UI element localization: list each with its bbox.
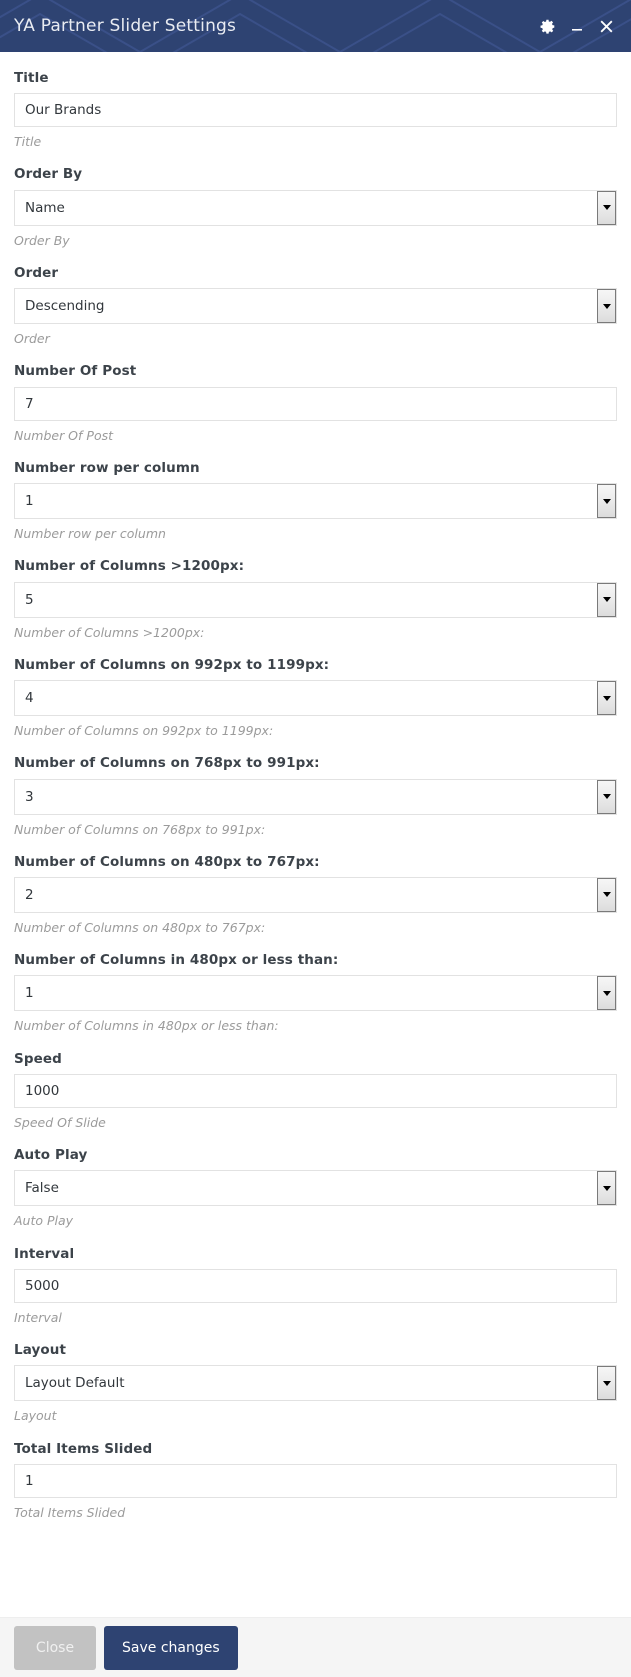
chevron-down-icon[interactable] xyxy=(597,779,616,814)
field-group-interval: Interval Interval xyxy=(14,1245,617,1326)
field-group-order-by: Order By Name Order By xyxy=(14,165,617,248)
chevron-down-icon[interactable] xyxy=(597,877,616,912)
field-label-interval: Interval xyxy=(14,1245,75,1262)
field-help-interval: Interval xyxy=(14,1309,62,1325)
field-help-columns-1200: Number of Columns >1200px: xyxy=(14,624,205,640)
field-help-columns-480-or-less: Number of Columns in 480px or less than: xyxy=(14,1018,279,1034)
field-help-columns-768-991: Number of Columns on 768px to 991px: xyxy=(14,821,266,837)
field-group-order: Order Descending Order xyxy=(14,264,617,347)
title-input[interactable] xyxy=(14,93,617,128)
chevron-down-icon[interactable] xyxy=(597,681,616,716)
field-label-columns-768-991: Number of Columns on 768px to 991px: xyxy=(14,755,320,772)
total-items-slided-input[interactable] xyxy=(14,1463,617,1498)
columns-768-991-select-value[interactable]: 3 xyxy=(14,778,617,815)
field-group-columns-1200: Number of Columns >1200px: 5 Number of C… xyxy=(14,557,617,640)
field-label-order-by: Order By xyxy=(14,166,83,183)
number-of-post-input[interactable] xyxy=(14,386,617,421)
field-help-total-items-slided: Total Items Slided xyxy=(14,1504,126,1520)
field-group-columns-992-1199: Number of Columns on 992px to 1199px: 4 … xyxy=(14,656,617,739)
minimize-icon[interactable] xyxy=(569,18,585,34)
columns-480-or-less-select-value[interactable]: 1 xyxy=(14,975,617,1012)
field-label-number-of-post: Number Of Post xyxy=(14,363,137,380)
order-select-value[interactable]: Descending xyxy=(14,288,617,325)
field-label-layout: Layout xyxy=(14,1342,67,1359)
auto-play-select-value[interactable]: False xyxy=(14,1170,617,1207)
layout-select[interactable]: Layout Default xyxy=(14,1365,617,1402)
field-label-speed: Speed xyxy=(14,1050,62,1067)
field-group-columns-480-767: Number of Columns on 480px to 767px: 2 N… xyxy=(14,853,617,936)
gear-icon[interactable] xyxy=(539,18,556,35)
order-by-select-value[interactable]: Name xyxy=(14,189,617,226)
field-label-columns-992-1199: Number of Columns on 992px to 1199px: xyxy=(14,656,330,673)
chevron-down-icon[interactable] xyxy=(597,1171,616,1206)
field-help-order-by: Order By xyxy=(14,232,70,248)
field-help-columns-992-1199: Number of Columns on 992px to 1199px: xyxy=(14,723,274,739)
field-help-layout: Layout xyxy=(14,1408,57,1424)
chevron-down-icon[interactable] xyxy=(597,1366,616,1401)
field-label-auto-play: Auto Play xyxy=(14,1147,88,1164)
order-by-select[interactable]: Name xyxy=(14,189,617,226)
field-label-number-row-per-column: Number row per column xyxy=(14,459,200,476)
field-group-auto-play: Auto Play False Auto Play xyxy=(14,1146,617,1229)
chevron-down-icon[interactable] xyxy=(597,582,616,617)
field-group-columns-768-991: Number of Columns on 768px to 991px: 3 N… xyxy=(14,754,617,837)
field-group-columns-480-or-less: Number of Columns in 480px or less than:… xyxy=(14,951,617,1034)
columns-992-1199-select[interactable]: 4 xyxy=(14,680,617,717)
field-help-number-of-post: Number Of Post xyxy=(14,427,113,443)
field-group-title: Title Title xyxy=(14,69,617,150)
field-group-number-of-post: Number Of Post Number Of Post xyxy=(14,362,617,443)
field-group-number-row-per-column: Number row per column 1 Number row per c… xyxy=(14,459,617,542)
chevron-down-icon[interactable] xyxy=(597,190,616,225)
field-group-layout: Layout Layout Default Layout xyxy=(14,1341,617,1424)
auto-play-select[interactable]: False xyxy=(14,1170,617,1207)
order-select[interactable]: Descending xyxy=(14,288,617,325)
columns-480-767-select[interactable]: 2 xyxy=(14,876,617,913)
field-group-total-items-slided: Total Items Slided Total Items Slided xyxy=(14,1440,617,1521)
columns-1200-select[interactable]: 5 xyxy=(14,581,617,618)
settings-form: Title Title Order By Name Order By Order… xyxy=(0,52,631,1617)
field-label-order: Order xyxy=(14,264,59,281)
modal-footer: Close Save changes xyxy=(0,1617,631,1677)
columns-480-or-less-select[interactable]: 1 xyxy=(14,975,617,1012)
columns-992-1199-select-value[interactable]: 4 xyxy=(14,680,617,717)
modal-header: YA Partner Slider Settings xyxy=(0,0,631,52)
page-title: YA Partner Slider Settings xyxy=(14,15,237,36)
chevron-down-icon[interactable] xyxy=(597,289,616,324)
field-label-columns-480-or-less: Number of Columns in 480px or less than: xyxy=(14,952,339,969)
field-help-order: Order xyxy=(14,331,50,347)
field-help-speed: Speed Of Slide xyxy=(14,1114,106,1130)
close-icon[interactable] xyxy=(598,18,615,35)
columns-768-991-select[interactable]: 3 xyxy=(14,778,617,815)
field-group-speed: Speed Speed Of Slide xyxy=(14,1050,617,1131)
field-label-columns-1200: Number of Columns >1200px: xyxy=(14,558,245,575)
number-row-per-column-select[interactable]: 1 xyxy=(14,483,617,520)
speed-input[interactable] xyxy=(14,1073,617,1108)
field-help-title: Title xyxy=(14,134,42,150)
field-label-title: Title xyxy=(14,70,49,86)
field-label-columns-480-767: Number of Columns on 480px to 767px: xyxy=(14,853,320,870)
layout-select-value[interactable]: Layout Default xyxy=(14,1365,617,1402)
columns-1200-select-value[interactable]: 5 xyxy=(14,581,617,618)
field-label-total-items-slided: Total Items Slided xyxy=(14,1440,153,1457)
close-button[interactable]: Close xyxy=(14,1625,96,1670)
number-row-per-column-select-value[interactable]: 1 xyxy=(14,483,617,520)
field-help-columns-480-767: Number of Columns on 480px to 767px: xyxy=(14,919,266,935)
header-actions xyxy=(539,18,615,35)
chevron-down-icon[interactable] xyxy=(597,484,616,519)
save-changes-button[interactable]: Save changes xyxy=(104,1625,238,1670)
field-help-auto-play: Auto Play xyxy=(14,1213,74,1229)
field-help-number-row-per-column: Number row per column xyxy=(14,526,166,542)
interval-input[interactable] xyxy=(14,1268,617,1303)
columns-480-767-select-value[interactable]: 2 xyxy=(14,876,617,913)
chevron-down-icon[interactable] xyxy=(597,976,616,1011)
